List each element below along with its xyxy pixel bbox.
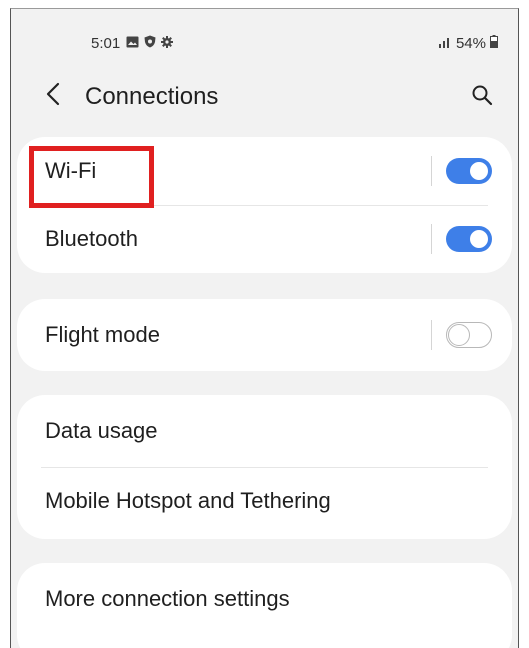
settings-gear-icon: [161, 35, 174, 52]
status-time-group: 5:01: [91, 35, 174, 52]
toggle-knob: [468, 228, 490, 250]
battery-percentage: 54%: [455, 35, 486, 52]
status-system-group: 54%: [438, 35, 498, 52]
gallery-icon: [126, 35, 139, 52]
status-time: 5:01: [91, 35, 121, 52]
row-separator: [430, 224, 432, 254]
chevron-left-icon: [46, 82, 60, 111]
search-icon: [471, 84, 493, 111]
bluetooth-row[interactable]: Bluetooth: [17, 205, 512, 273]
wifi-label: Wi-Fi: [45, 158, 97, 183]
shield-icon: [144, 35, 156, 52]
flight-mode-row[interactable]: Flight mode: [17, 301, 512, 369]
row-separator: [430, 320, 432, 350]
row-separator: [430, 156, 432, 186]
phone-screen: 5:01 54% Connections Wi-Fi Bluetooth Fli…: [10, 8, 519, 648]
battery-icon: [490, 35, 498, 52]
flight-mode-toggle[interactable]: [446, 322, 492, 348]
settings-group-flight: Flight mode: [17, 299, 512, 371]
settings-group-wireless: Wi-Fi Bluetooth: [17, 137, 512, 273]
wifi-row[interactable]: Wi-Fi: [17, 137, 512, 205]
mobile-hotspot-row[interactable]: Mobile Hotspot and Tethering: [17, 467, 512, 535]
flight-mode-label: Flight mode: [45, 322, 160, 347]
settings-group-data: Data usage Mobile Hotspot and Tethering: [17, 395, 512, 539]
status-notification-icons: [126, 35, 174, 52]
app-header: Connections: [11, 71, 518, 121]
wifi-toggle[interactable]: [446, 158, 492, 184]
bluetooth-label: Bluetooth: [45, 226, 138, 251]
toggle-knob: [468, 160, 490, 182]
signal-icon: [438, 35, 452, 52]
page-title: Connections: [85, 83, 219, 110]
bluetooth-toggle[interactable]: [446, 226, 492, 252]
search-button[interactable]: [468, 83, 496, 111]
data-usage-label: Data usage: [45, 418, 158, 443]
more-connection-settings-label: More connection settings: [45, 586, 290, 611]
more-connection-settings-row[interactable]: More connection settings: [17, 565, 512, 633]
settings-group-more: More connection settings: [17, 563, 512, 648]
data-usage-row[interactable]: Data usage: [17, 397, 512, 465]
back-button[interactable]: [41, 81, 65, 111]
toggle-knob: [448, 323, 470, 346]
mobile-hotspot-label: Mobile Hotspot and Tethering: [45, 488, 331, 513]
status-bar: 5:01 54%: [11, 9, 518, 69]
